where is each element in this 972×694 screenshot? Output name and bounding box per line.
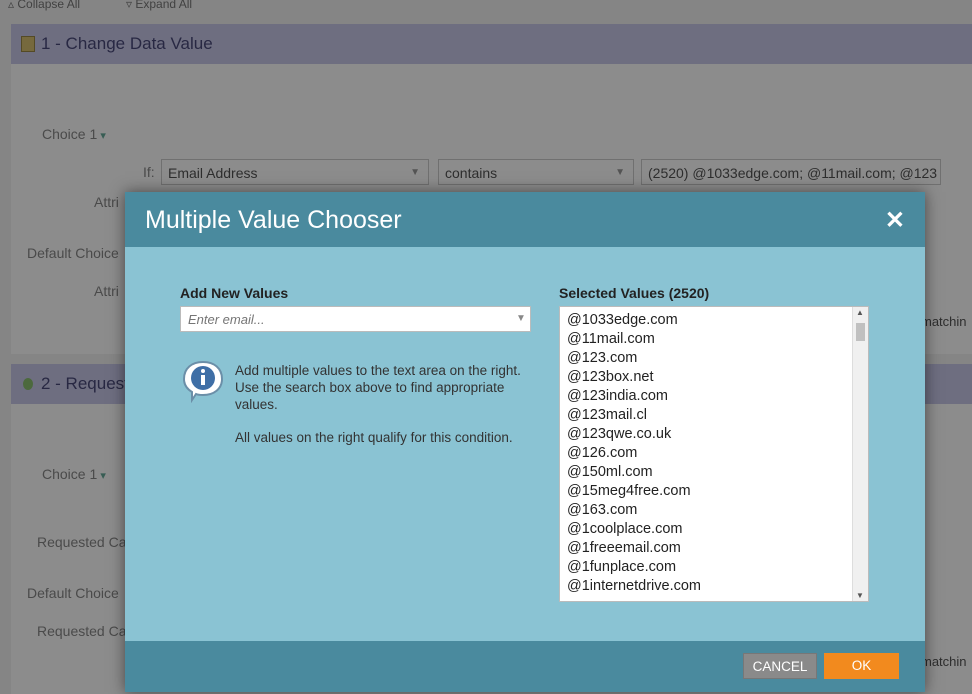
- info-icon: [182, 360, 224, 403]
- selected-values-label: Selected Values (2520): [559, 285, 710, 301]
- dialog-header: Multiple Value Chooser ✕: [125, 192, 925, 247]
- list-item[interactable]: @123box.net: [567, 368, 701, 387]
- add-new-values-label: Add New Values: [180, 285, 289, 301]
- info-text: Add multiple values to the text area on …: [235, 363, 521, 412]
- list-item[interactable]: @1funplace.com: [567, 558, 701, 577]
- scrollbar-thumb[interactable]: [856, 323, 865, 341]
- email-search-input[interactable]: [180, 306, 531, 332]
- dialog-title: Multiple Value Chooser: [145, 206, 402, 234]
- list-item[interactable]: @126.com: [567, 444, 701, 463]
- list-item[interactable]: @123india.com: [567, 387, 701, 406]
- scroll-down-icon[interactable]: ▼: [856, 591, 864, 600]
- dialog-footer: CANCEL OK: [125, 641, 925, 692]
- cancel-button[interactable]: CANCEL: [743, 653, 817, 679]
- list-item[interactable]: @1coolplace.com: [567, 520, 701, 539]
- scroll-up-icon[interactable]: ▲: [856, 308, 864, 317]
- list-item[interactable]: @123.com: [567, 349, 701, 368]
- selected-values-list[interactable]: @1033edge.com @11mail.com @123.com @123box.…: [559, 306, 869, 602]
- multiple-value-chooser-dialog: Multiple Value Chooser ✕ Add New Values …: [125, 192, 925, 692]
- list-item[interactable]: @15meg4free.com: [567, 482, 701, 501]
- list-item[interactable]: @123mail.cl: [567, 406, 701, 425]
- list-item[interactable]: @150ml.com: [567, 463, 701, 482]
- ok-button[interactable]: OK: [824, 653, 899, 679]
- close-icon[interactable]: ✕: [885, 206, 905, 235]
- list-item[interactable]: @1033edge.com: [567, 311, 701, 330]
- list-item[interactable]: @123qwe.co.uk: [567, 425, 701, 444]
- list-item[interactable]: @11mail.com: [567, 330, 701, 349]
- info-text-2: All values on the right qualify for this…: [235, 430, 513, 445]
- list-item[interactable]: @1freeemail.com: [567, 539, 701, 558]
- chevron-down-icon[interactable]: ▼: [516, 306, 526, 332]
- scrollbar[interactable]: ▲ ▼: [852, 307, 868, 601]
- list-item[interactable]: @163.com: [567, 501, 701, 520]
- list-item[interactable]: @1internetdrive.com: [567, 577, 701, 596]
